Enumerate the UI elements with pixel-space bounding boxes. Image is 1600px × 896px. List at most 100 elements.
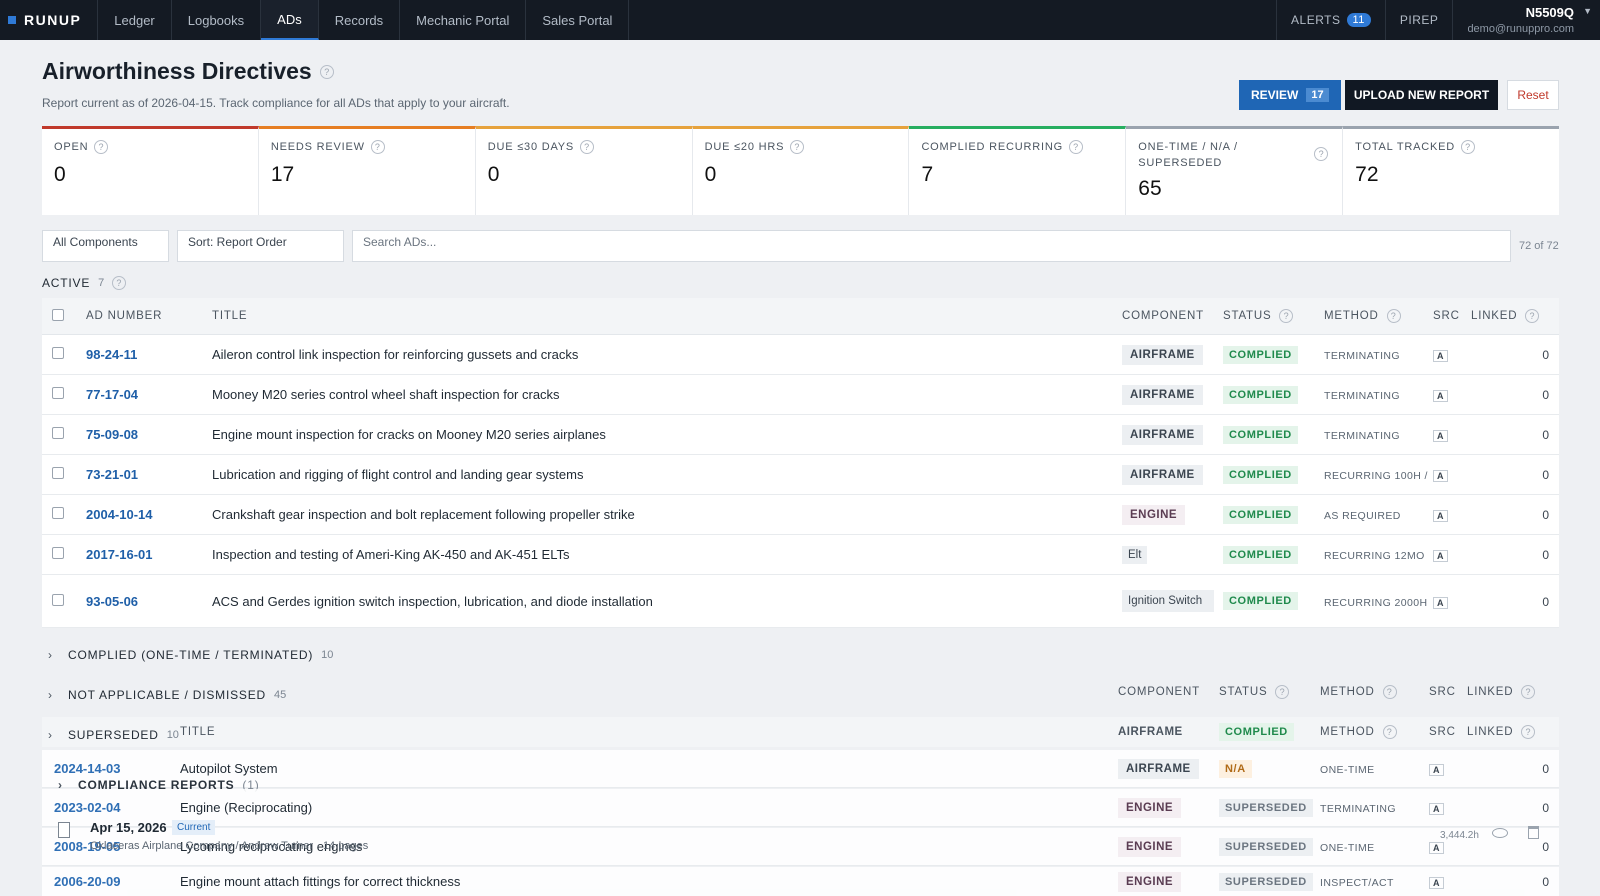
- active-section-header: ACTIVE 7 ?: [42, 276, 127, 290]
- stat-due-30-days[interactable]: DUE ≤30 DAYS? 0: [475, 126, 693, 215]
- col-method[interactable]: METHOD?: [1324, 309, 1433, 323]
- help-icon[interactable]: ?: [1386, 309, 1401, 323]
- col-title[interactable]: TITLE: [212, 310, 1122, 322]
- not-applicable-section-toggle[interactable]: › NOT APPLICABLE / DISMISSED 45: [48, 688, 286, 702]
- result-count: 72 of 72: [1519, 240, 1559, 252]
- nav-records[interactable]: Records: [319, 0, 401, 40]
- stat-complied-recurring[interactable]: COMPLIED RECURRING? 7: [909, 126, 1127, 215]
- reset-button[interactable]: Reset: [1507, 80, 1559, 110]
- row-checkbox[interactable]: [52, 387, 64, 399]
- nav-mechanic-portal[interactable]: Mechanic Portal: [400, 0, 527, 40]
- col-src[interactable]: SRC: [1429, 726, 1467, 738]
- search-input[interactable]: Search ADs...: [352, 230, 1511, 262]
- nav-ads[interactable]: ADs: [261, 0, 319, 40]
- account-menu[interactable]: N5509Q demo@runuppro.com ▼: [1452, 0, 1600, 40]
- ad-number-link[interactable]: 98-24-11: [86, 347, 137, 362]
- report-date[interactable]: Apr 15, 2026: [90, 820, 167, 835]
- row-checkbox[interactable]: [52, 427, 64, 439]
- help-icon[interactable]: ?: [1461, 140, 1476, 154]
- ad-number-link[interactable]: 2023-02-04: [54, 800, 121, 815]
- ad-number-link[interactable]: 93-05-06: [86, 594, 138, 609]
- row-checkbox[interactable]: [52, 347, 64, 359]
- trash-icon[interactable]: [1528, 826, 1539, 839]
- chevron-right-icon: ›: [48, 648, 53, 662]
- row-checkbox[interactable]: [52, 593, 64, 606]
- stat-total-tracked[interactable]: TOTAL TRACKED? 72: [1343, 126, 1560, 215]
- help-icon[interactable]: ?: [580, 140, 595, 154]
- stat-due-20-hrs[interactable]: DUE ≤20 HRS? 0: [692, 126, 910, 215]
- table-row[interactable]: 2004-10-14 Crankshaft gear inspection an…: [42, 495, 1559, 535]
- table-row[interactable]: 77-17-04 Mooney M20 series control wheel…: [42, 375, 1559, 415]
- help-icon[interactable]: ?: [1521, 685, 1536, 699]
- col-component[interactable]: COMPONENT: [1118, 686, 1219, 698]
- ad-number-link[interactable]: 2024-14-03: [54, 761, 121, 776]
- help-icon[interactable]: ?: [1068, 140, 1083, 154]
- alerts-label: ALERTS: [1291, 13, 1341, 27]
- col-linked[interactable]: LINKED?: [1471, 309, 1559, 323]
- help-icon[interactable]: ?: [319, 64, 334, 79]
- select-all-checkbox[interactable]: [52, 308, 64, 321]
- ad-number-link[interactable]: 75-09-08: [86, 427, 138, 442]
- help-icon[interactable]: ?: [790, 140, 805, 154]
- col-ad-number[interactable]: AD NUMBER: [86, 310, 212, 322]
- col-method[interactable]: METHOD?: [1320, 725, 1429, 739]
- col-src[interactable]: SRC: [1433, 310, 1471, 322]
- table-row[interactable]: 98-24-11 Aileron control link inspection…: [42, 335, 1559, 375]
- ad-title: Lubrication and rigging of flight contro…: [212, 467, 584, 482]
- ad-number-link[interactable]: 2006-20-09: [54, 874, 121, 889]
- row-checkbox[interactable]: [52, 467, 64, 479]
- src-badge: A: [1429, 842, 1444, 854]
- row-checkbox[interactable]: [52, 507, 64, 519]
- col-status[interactable]: STATUS?: [1219, 685, 1320, 699]
- help-icon[interactable]: ?: [94, 140, 109, 154]
- ad-number-link[interactable]: 77-17-04: [86, 387, 138, 402]
- ad-number-link[interactable]: 2004-10-14: [86, 507, 153, 522]
- table-row[interactable]: 73-21-01 Lubrication and rigging of flig…: [42, 455, 1559, 495]
- component-filter-select[interactable]: All Components: [42, 230, 169, 262]
- table-row[interactable]: 75-09-08 Engine mount inspection for cra…: [42, 415, 1559, 455]
- col-component[interactable]: COMPONENT: [1122, 310, 1223, 322]
- component-badge: AIRFRAME: [1122, 344, 1203, 365]
- nav-ledger[interactable]: Ledger: [98, 0, 172, 40]
- stat-one-time-na-superseded[interactable]: ONE-TIME / N/A / SUPERSEDED ? 65: [1126, 126, 1344, 215]
- upload-report-button[interactable]: UPLOAD NEW REPORT: [1345, 80, 1498, 110]
- table-row[interactable]: 2024-14-03 Autopilot System AIRFRAME N/A…: [42, 750, 1559, 788]
- col-title[interactable]: TITLE: [180, 726, 1118, 738]
- sort-select[interactable]: Sort: Report Order: [177, 230, 344, 262]
- help-icon[interactable]: ?: [1521, 725, 1536, 739]
- stat-open[interactable]: OPEN? 0: [42, 126, 259, 215]
- ad-number-link[interactable]: 2017-16-01: [86, 547, 153, 562]
- method-text: ONE-TIME: [1320, 842, 1375, 854]
- col-src[interactable]: SRC: [1429, 686, 1467, 698]
- table-row[interactable]: 2023-02-04 Engine (Reciprocating) ENGINE…: [42, 789, 1559, 827]
- col-method[interactable]: METHOD?: [1320, 685, 1429, 699]
- col-linked[interactable]: LINKED?: [1467, 725, 1536, 739]
- stat-needs-review[interactable]: NEEDS REVIEW? 17: [258, 126, 476, 215]
- table-row[interactable]: 2017-16-01 Inspection and testing of Ame…: [42, 535, 1559, 575]
- status-badge: SUPERSEDED: [1219, 837, 1313, 856]
- help-icon[interactable]: ?: [1525, 309, 1540, 323]
- review-button[interactable]: REVIEW 17: [1239, 80, 1341, 110]
- help-icon[interactable]: ?: [1382, 685, 1397, 699]
- help-icon[interactable]: ?: [1275, 685, 1290, 699]
- help-icon[interactable]: ?: [112, 276, 127, 290]
- method-text: TERMINATING: [1324, 350, 1400, 362]
- col-status[interactable]: STATUS?: [1223, 309, 1324, 323]
- help-icon[interactable]: ?: [1279, 309, 1294, 323]
- eye-icon[interactable]: [1492, 828, 1508, 838]
- ad-number-link[interactable]: 73-21-01: [86, 467, 138, 482]
- nav-sales-portal[interactable]: Sales Portal: [526, 0, 630, 40]
- superseded-section-toggle[interactable]: › SUPERSEDED 10: [48, 728, 179, 742]
- nav-logbooks[interactable]: Logbooks: [172, 0, 262, 40]
- brand-logo[interactable]: RUNUP: [0, 0, 99, 40]
- col-linked[interactable]: LINKED?: [1467, 685, 1536, 699]
- table-row[interactable]: 93-05-06 ACS and Gerdes ignition switch …: [42, 575, 1559, 628]
- pirep-button[interactable]: PIREP: [1384, 0, 1453, 40]
- alerts-button[interactable]: ALERTS 11: [1276, 0, 1385, 40]
- complied-one-time-section-toggle[interactable]: › COMPLIED (ONE-TIME / TERMINATED) 10: [48, 648, 333, 662]
- help-icon[interactable]: ?: [370, 140, 385, 154]
- help-icon[interactable]: ?: [1382, 725, 1397, 739]
- table-row[interactable]: 2006-20-09 Engine mount attach fittings …: [42, 867, 1559, 896]
- stat-label: DUE ≤30 DAYS: [487, 141, 575, 153]
- row-checkbox[interactable]: [52, 547, 64, 559]
